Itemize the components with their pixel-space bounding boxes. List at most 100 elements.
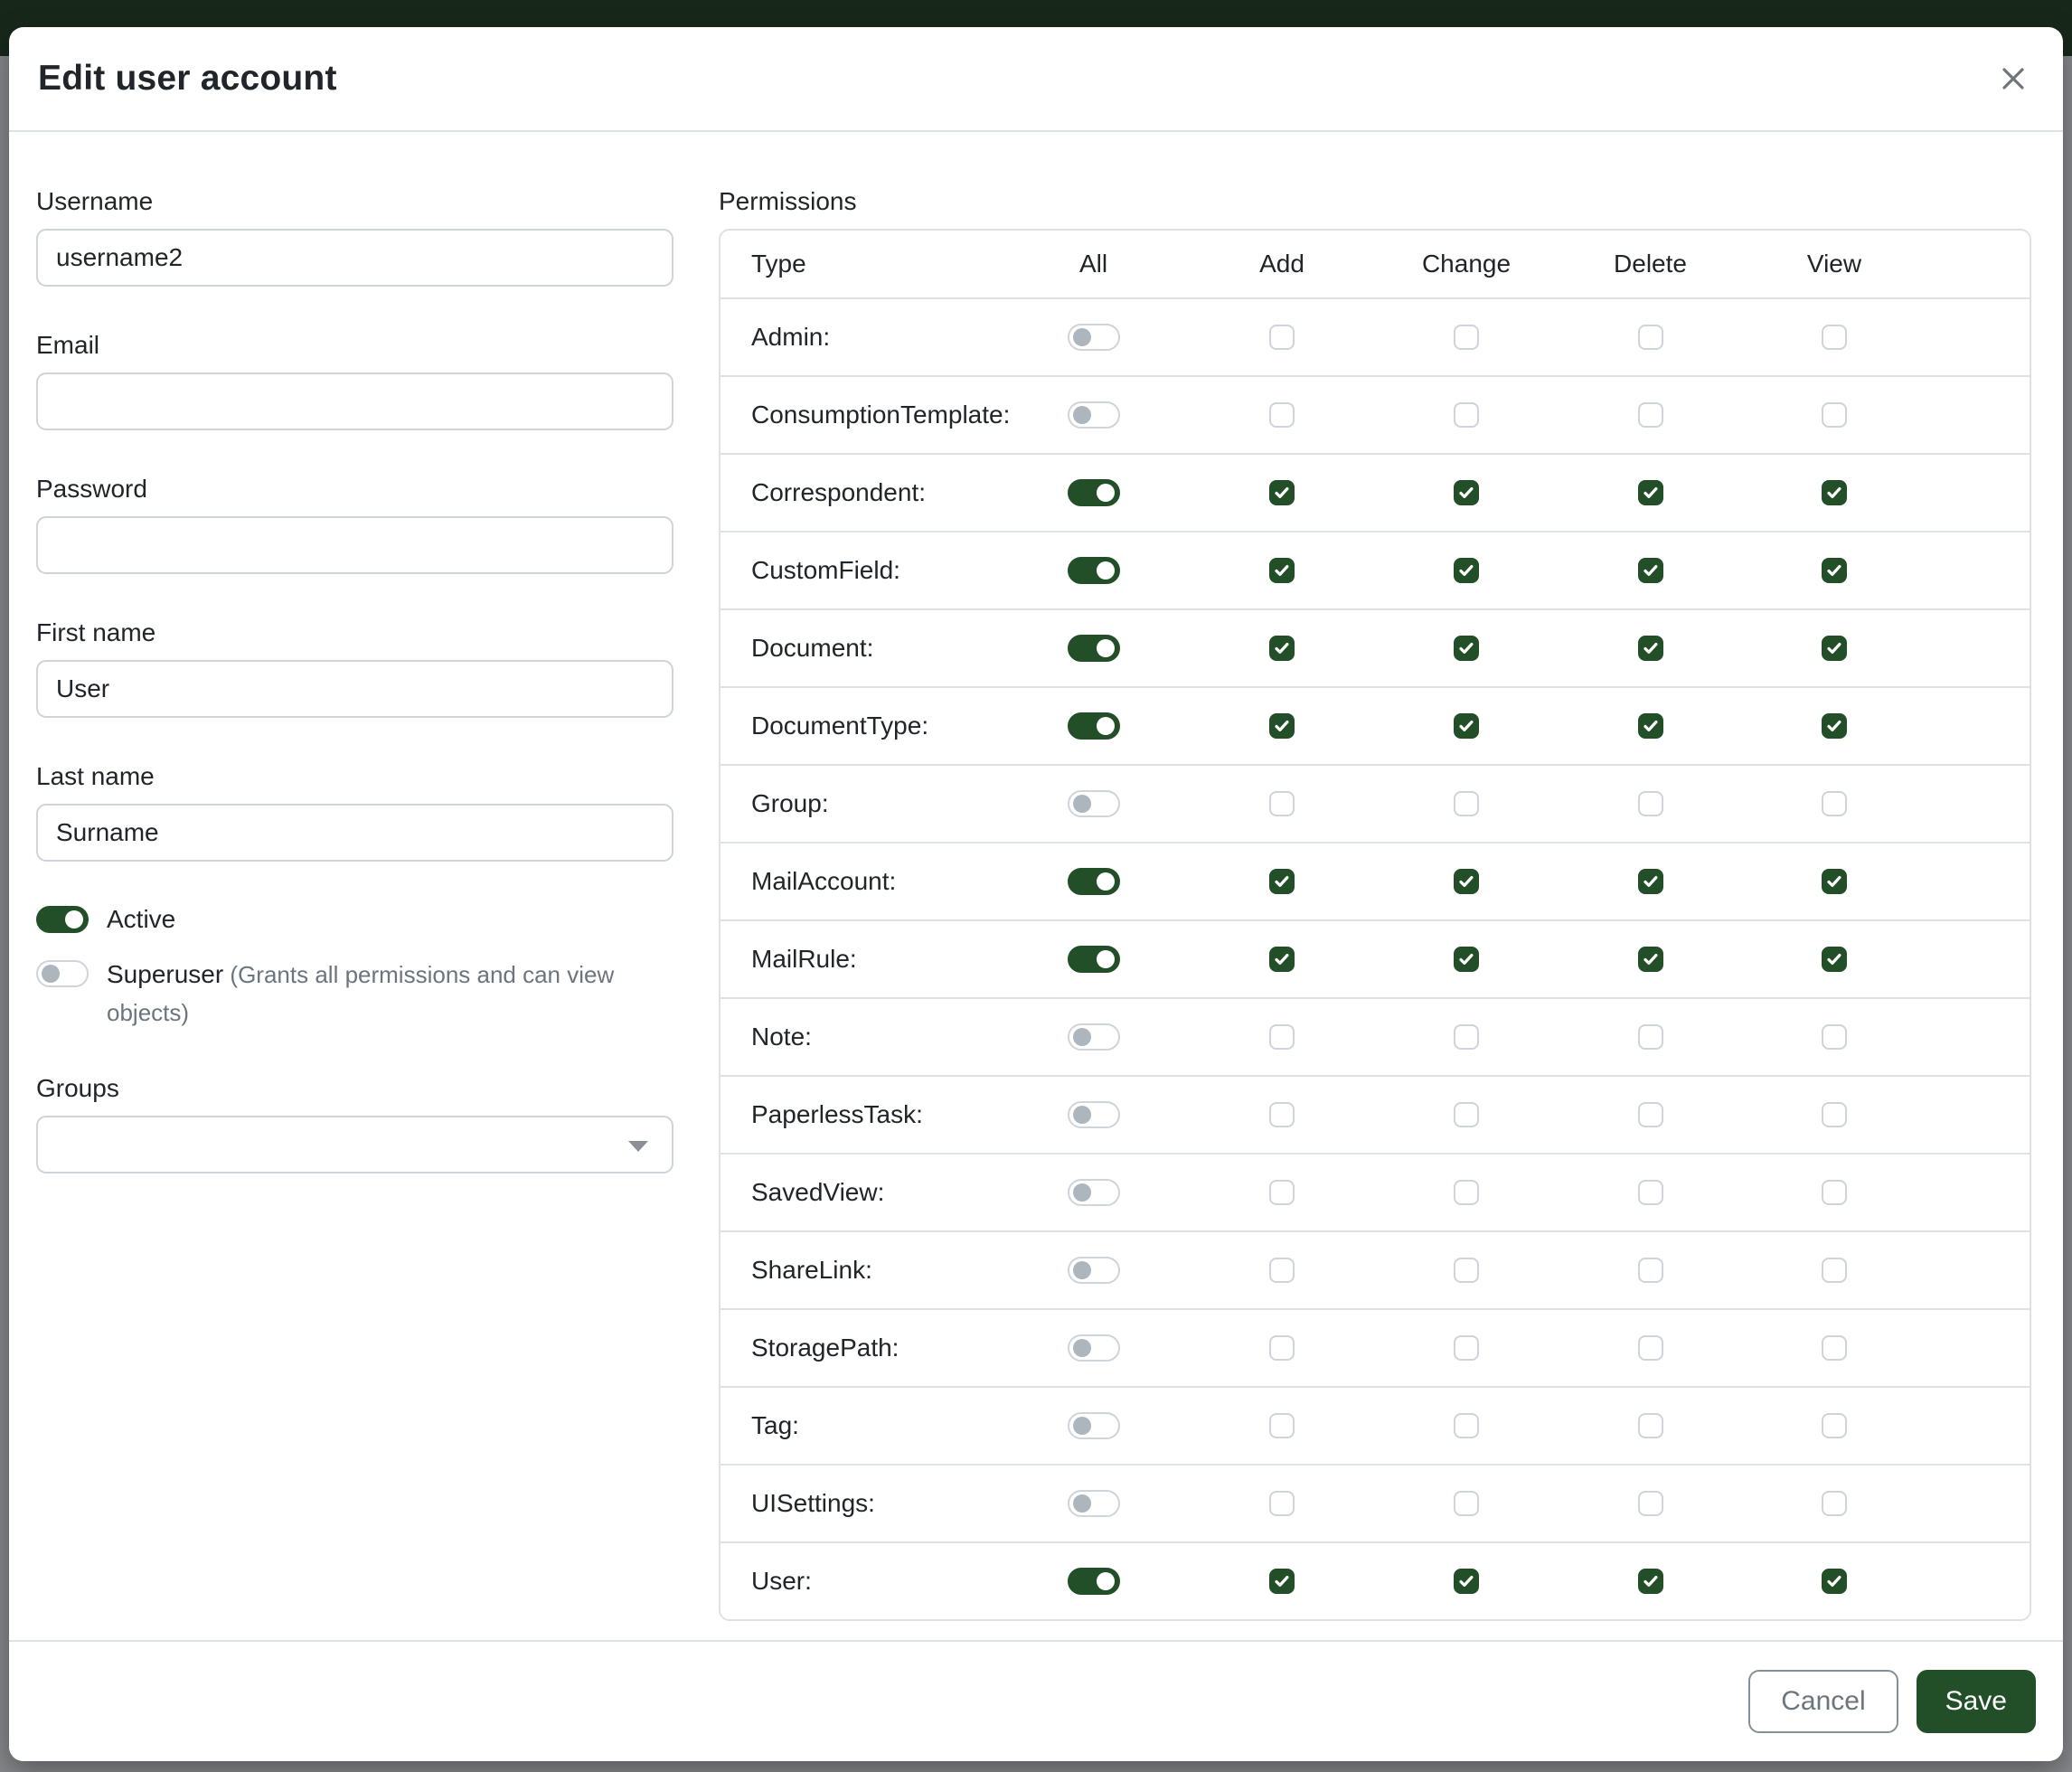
permission-change-checkbox[interactable] (1454, 480, 1479, 505)
permission-delete-checkbox[interactable] (1638, 713, 1663, 739)
permission-change-checkbox[interactable] (1454, 1180, 1479, 1205)
table-row: MailRule: (720, 919, 2030, 997)
permission-delete-checkbox[interactable] (1638, 636, 1663, 661)
groups-select[interactable] (36, 1116, 673, 1173)
permission-view-checkbox[interactable] (1822, 636, 1847, 661)
permission-add-checkbox[interactable] (1269, 947, 1295, 972)
permission-view-checkbox[interactable] (1822, 1180, 1847, 1205)
permission-view-checkbox[interactable] (1822, 713, 1847, 739)
permission-all-toggle[interactable] (1068, 1257, 1120, 1284)
permission-change-checkbox[interactable] (1454, 558, 1479, 583)
permission-delete-checkbox[interactable] (1638, 1491, 1663, 1516)
permission-add-checkbox[interactable] (1269, 713, 1295, 739)
permission-delete-checkbox[interactable] (1638, 402, 1663, 428)
permission-add-checkbox[interactable] (1269, 1180, 1295, 1205)
table-row: PaperlessTask: (720, 1075, 2030, 1153)
permission-delete-checkbox[interactable] (1638, 1024, 1663, 1050)
permission-change-checkbox[interactable] (1454, 869, 1479, 894)
close-button[interactable] (1992, 58, 2034, 99)
permission-view-checkbox[interactable] (1822, 1258, 1847, 1283)
permission-delete-checkbox[interactable] (1638, 947, 1663, 972)
permission-view-checkbox[interactable] (1822, 402, 1847, 428)
save-button[interactable]: Save (1917, 1670, 2036, 1733)
permission-add-checkbox[interactable] (1269, 636, 1295, 661)
permission-delete-checkbox[interactable] (1638, 325, 1663, 350)
permission-change-checkbox[interactable] (1454, 402, 1479, 428)
permission-view-checkbox[interactable] (1822, 480, 1847, 505)
permission-add-checkbox[interactable] (1269, 1024, 1295, 1050)
permission-all-toggle[interactable] (1068, 790, 1120, 817)
first-name-field[interactable] (36, 660, 673, 718)
superuser-toggle[interactable] (36, 960, 89, 987)
permission-change-checkbox[interactable] (1454, 325, 1479, 350)
permission-add-checkbox[interactable] (1269, 325, 1295, 350)
permission-change-checkbox[interactable] (1454, 791, 1479, 816)
permission-change-checkbox[interactable] (1454, 1569, 1479, 1594)
permission-change-checkbox[interactable] (1454, 713, 1479, 739)
email-field[interactable] (36, 372, 673, 430)
active-toggle[interactable] (36, 906, 89, 933)
permission-change-checkbox[interactable] (1454, 947, 1479, 972)
permission-view-checkbox[interactable] (1822, 791, 1847, 816)
permission-view-checkbox[interactable] (1822, 947, 1847, 972)
permission-delete-checkbox[interactable] (1638, 558, 1663, 583)
permission-all-toggle[interactable] (1068, 1568, 1120, 1595)
permission-all-toggle[interactable] (1068, 1334, 1120, 1362)
permission-add-checkbox[interactable] (1269, 1491, 1295, 1516)
permission-add-checkbox[interactable] (1269, 1335, 1295, 1361)
permission-delete-checkbox[interactable] (1638, 1102, 1663, 1127)
permission-all-toggle[interactable] (1068, 401, 1120, 429)
permission-change-checkbox[interactable] (1454, 1335, 1479, 1361)
permission-delete-checkbox[interactable] (1638, 791, 1663, 816)
permission-add-checkbox[interactable] (1269, 1413, 1295, 1438)
permission-view-checkbox[interactable] (1822, 1569, 1847, 1594)
permission-add-checkbox[interactable] (1269, 1102, 1295, 1127)
table-row: User: (720, 1541, 2030, 1619)
permission-view-checkbox[interactable] (1822, 325, 1847, 350)
permission-all-toggle[interactable] (1068, 1023, 1120, 1051)
permission-delete-checkbox[interactable] (1638, 1335, 1663, 1361)
permission-delete-checkbox[interactable] (1638, 1569, 1663, 1594)
last-name-field[interactable] (36, 804, 673, 862)
cancel-button[interactable]: Cancel (1748, 1670, 1898, 1733)
permission-change-checkbox[interactable] (1454, 1024, 1479, 1050)
permission-all-toggle[interactable] (1068, 712, 1120, 740)
permission-add-checkbox[interactable] (1269, 402, 1295, 428)
toggle-knob (1073, 1028, 1091, 1046)
permission-add-checkbox[interactable] (1269, 1569, 1295, 1594)
permission-view-checkbox[interactable] (1822, 558, 1847, 583)
permission-change-checkbox[interactable] (1454, 1102, 1479, 1127)
permission-view-checkbox[interactable] (1822, 1335, 1847, 1361)
permission-delete-checkbox[interactable] (1638, 869, 1663, 894)
permission-view-checkbox[interactable] (1822, 1102, 1847, 1127)
permission-change-checkbox[interactable] (1454, 636, 1479, 661)
permission-delete-checkbox[interactable] (1638, 1180, 1663, 1205)
permission-view-checkbox[interactable] (1822, 869, 1847, 894)
permission-all-toggle[interactable] (1068, 1101, 1120, 1128)
permission-view-checkbox[interactable] (1822, 1491, 1847, 1516)
permission-change-checkbox[interactable] (1454, 1258, 1479, 1283)
permission-change-checkbox[interactable] (1454, 1413, 1479, 1438)
permission-view-checkbox[interactable] (1822, 1413, 1847, 1438)
permission-all-toggle[interactable] (1068, 868, 1120, 895)
permission-add-checkbox[interactable] (1269, 558, 1295, 583)
username-input[interactable] (36, 229, 673, 287)
permission-delete-checkbox[interactable] (1638, 480, 1663, 505)
permission-view-checkbox[interactable] (1822, 1024, 1847, 1050)
permission-all-toggle[interactable] (1068, 1179, 1120, 1206)
permission-all-toggle[interactable] (1068, 1490, 1120, 1517)
permission-add-checkbox[interactable] (1269, 1258, 1295, 1283)
permission-delete-checkbox[interactable] (1638, 1258, 1663, 1283)
permission-add-checkbox[interactable] (1269, 791, 1295, 816)
permission-all-toggle[interactable] (1068, 557, 1120, 584)
permission-all-toggle[interactable] (1068, 1412, 1120, 1439)
permission-delete-checkbox[interactable] (1638, 1413, 1663, 1438)
permission-all-toggle[interactable] (1068, 324, 1120, 351)
password-field[interactable] (36, 516, 673, 574)
permission-all-toggle[interactable] (1068, 946, 1120, 973)
permission-add-checkbox[interactable] (1269, 869, 1295, 894)
permission-change-checkbox[interactable] (1454, 1491, 1479, 1516)
permission-add-checkbox[interactable] (1269, 480, 1295, 505)
permission-all-toggle[interactable] (1068, 635, 1120, 662)
permission-all-toggle[interactable] (1068, 479, 1120, 506)
